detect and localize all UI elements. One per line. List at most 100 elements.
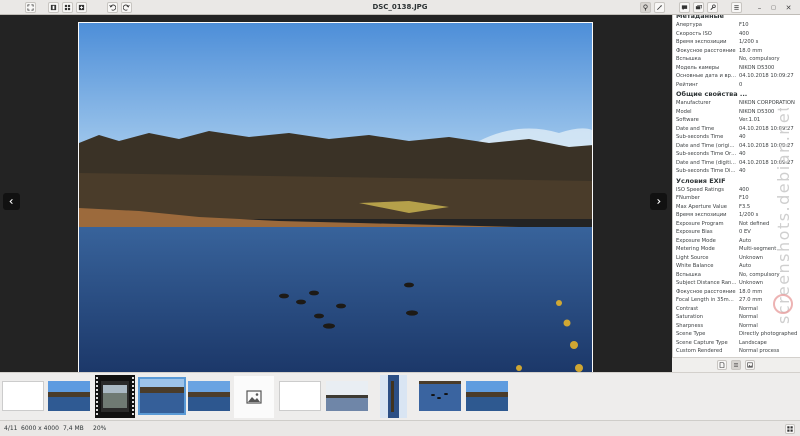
metadata-value: Landscape: [739, 339, 767, 346]
thumbnail[interactable]: [380, 375, 407, 418]
metadata-key: Sharpness: [676, 322, 704, 329]
metadata-value: 0: [739, 81, 743, 88]
thumbnail[interactable]: [326, 381, 368, 411]
metadata-value: 18.0 mm: [739, 47, 763, 54]
metadata-key: Max Aperture Value: [676, 203, 727, 210]
menu-button[interactable]: [731, 2, 742, 13]
previous-image-button[interactable]: [3, 193, 20, 210]
fullscreen-button[interactable]: [25, 2, 36, 13]
page-icon: [719, 362, 725, 368]
metadata-key: Scene Type: [676, 331, 706, 337]
metadata-value: 1/200 s: [739, 39, 759, 45]
rotate-right-button[interactable]: [121, 2, 132, 13]
watermark-text: screenshots.debian.net: [774, 108, 793, 324]
single-view-button[interactable]: [48, 2, 59, 13]
next-image-button[interactable]: [650, 193, 667, 210]
metadata-key: Software: [676, 117, 699, 123]
thumbnail[interactable]: [2, 381, 44, 411]
settings-icon: [710, 4, 716, 11]
metadata-value: Directly photographed: [739, 331, 798, 337]
metadata-key: Exposure Bias: [676, 229, 713, 235]
metadata-value: F10: [739, 22, 749, 28]
image-index: 4/11: [4, 425, 18, 432]
thumbnail[interactable]: [95, 375, 135, 418]
metadata-row: Апертура F10: [673, 21, 800, 30]
metadata-row: Scene Type Directly photographed: [673, 330, 800, 339]
share-button[interactable]: [693, 2, 704, 13]
metadata-key: Date and Time: [676, 125, 715, 132]
metadata-key: Scene Capture Type: [676, 339, 728, 346]
close-button[interactable]: ✕: [783, 2, 794, 13]
page-view-button[interactable]: [717, 360, 727, 370]
thumbnail-strip[interactable]: [0, 372, 800, 420]
metadata-row: Модель камеры NIKON D5300: [673, 64, 800, 73]
metadata-row: Вспышка No, compulsory: [673, 55, 800, 64]
metadata-key: Sub-seconds Time Orig...: [676, 151, 737, 157]
close-icon: ✕: [785, 3, 792, 12]
list-view-button[interactable]: [731, 360, 741, 370]
grid-view-icon: [64, 4, 71, 11]
metadata-row: Custom Rendered Normal process: [673, 347, 800, 356]
metadata-key: Основные дата и время: [676, 73, 737, 79]
comment-button[interactable]: [679, 2, 690, 13]
share-icon: [695, 5, 702, 10]
metadata-value: 400: [739, 30, 749, 37]
status-bar: 4/11 6000 x 4000 7,4 MB 20%: [0, 420, 800, 436]
header-bar: DSC_0138.JPG – □ ✕: [0, 0, 800, 15]
metadata-section-title[interactable]: Общие свойства ...: [673, 89, 800, 99]
info-button[interactable]: [640, 2, 651, 13]
metadata-key: Date and Time (original): [676, 142, 737, 149]
thumbnail[interactable]: [48, 381, 90, 411]
metadata-key: Апертура: [676, 22, 702, 28]
metadata-row: Основные дата и время 04.10.2018 10:09:27: [673, 72, 800, 81]
metadata-key: Время экспозиции: [676, 39, 727, 45]
metadata-key: Model: [676, 108, 692, 115]
metadata-value: Normal process: [739, 348, 780, 354]
grid-icon: [787, 426, 793, 432]
fullscreen-icon: [27, 4, 34, 11]
metadata-key: Фокусное расстояние: [676, 288, 736, 295]
metadata-row: Scene Capture Type Landscape: [673, 339, 800, 348]
metadata-row: Рейтинг 0: [673, 81, 800, 90]
add-button[interactable]: [76, 2, 87, 13]
settings-button[interactable]: [707, 2, 718, 13]
grid-view-button[interactable]: [62, 2, 73, 13]
metadata-key: Contrast: [676, 305, 699, 312]
metadata-key: Subject Distance Range: [676, 280, 737, 286]
image-view-button[interactable]: [745, 360, 755, 370]
file-size: 7,4 MB: [63, 425, 84, 432]
thumbnail[interactable]: [188, 381, 230, 411]
image-dimensions: 6000 x 4000: [21, 425, 59, 432]
single-view-icon: [50, 4, 57, 11]
metadata-key: Metering Mode: [676, 246, 715, 252]
metadata-key: White Balance: [676, 263, 714, 269]
metadata-value: 04.10.2018 10:09:27: [739, 73, 794, 79]
metadata-key: Light Source: [676, 254, 709, 261]
image-viewer[interactable]: [0, 15, 672, 381]
maximize-button[interactable]: □: [768, 2, 779, 13]
menu-icon: [734, 5, 739, 10]
thumbnail-grid-button[interactable]: [785, 424, 795, 434]
image-placeholder-icon: [246, 390, 262, 404]
metadata-key: Exposure Program: [676, 220, 724, 227]
rotate-right-icon: [123, 4, 130, 11]
metadata-value: No, compulsory: [739, 56, 780, 62]
minimize-icon: –: [757, 3, 762, 12]
edit-button[interactable]: [654, 2, 665, 13]
metadata-key: FNumber: [676, 195, 700, 201]
thumbnail[interactable]: [234, 376, 274, 418]
watermark: screenshots.debian.net: [773, 108, 793, 324]
metadata-value: NIKON D5300: [739, 64, 775, 71]
rotate-left-button[interactable]: [107, 2, 118, 13]
metadata-key: Рейтинг: [676, 81, 699, 88]
thumbnail[interactable]: [279, 381, 321, 411]
thumbnail[interactable]: [419, 381, 461, 411]
chevron-left-icon: [9, 198, 13, 205]
minimize-button[interactable]: –: [754, 2, 765, 13]
metadata-key: Sub-seconds Time: [676, 134, 724, 140]
thumbnail-selected[interactable]: [138, 377, 186, 415]
metadata-key: Время экспозиции: [676, 212, 727, 218]
list-icon: [734, 363, 738, 367]
main-photo: [78, 22, 593, 381]
thumbnail[interactable]: [466, 381, 508, 411]
